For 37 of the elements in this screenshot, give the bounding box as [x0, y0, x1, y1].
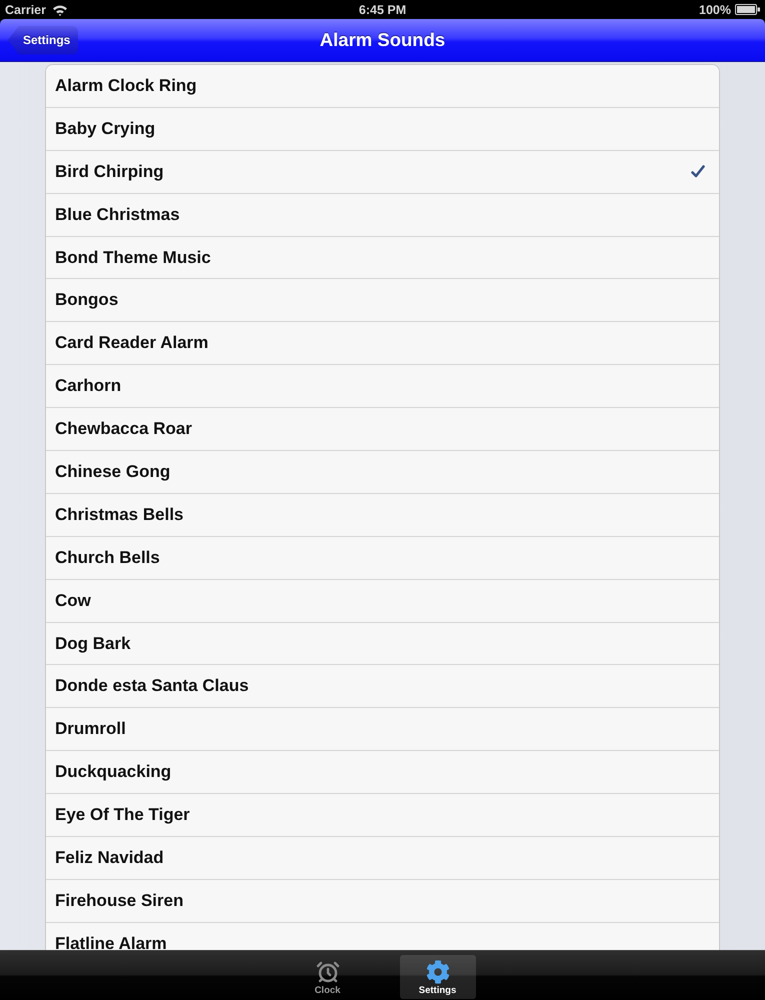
sound-name: Bond Theme Music [55, 248, 211, 266]
back-button[interactable]: Settings [8, 26, 78, 54]
sound-list-item[interactable]: Dog Bark [46, 622, 719, 666]
sound-name: Bongos [55, 291, 118, 310]
wifi-icon [52, 4, 68, 16]
sound-name: Chewbacca Roar [55, 420, 192, 438]
sound-name: Blue Christmas [55, 206, 180, 224]
sound-name: Card Reader Alarm [55, 334, 208, 352]
sound-name: Bird Chirping [55, 162, 164, 181]
sound-name: Eye Of The Tiger [55, 806, 190, 824]
status-time: 6:45 PM [358, 2, 406, 16]
sound-name: Dog Bark [55, 634, 131, 653]
page-title: Alarm Sounds [320, 29, 446, 51]
sound-name: Alarm Clock Ring [55, 76, 197, 95]
sound-name: Carhorn [55, 377, 122, 396]
tab-button[interactable]: Clock [290, 955, 366, 999]
battery-percent: 100% [699, 2, 731, 16]
sound-list-item[interactable]: Bond Theme Music [46, 236, 719, 280]
carrier-label: Carrier [5, 2, 46, 16]
sound-name: Church Bells [55, 548, 160, 567]
sound-name: Christmas Bells [55, 506, 184, 524]
sound-list-item[interactable]: Alarm Clock Ring [46, 65, 719, 108]
sound-name: Baby Crying [55, 120, 156, 138]
sound-name: Cow [55, 592, 91, 610]
tab-button[interactable]: Settings [400, 955, 476, 999]
sound-name: Feliz Navidad [55, 848, 164, 867]
alarm-clock-icon [316, 960, 340, 984]
battery-icon [735, 4, 760, 15]
sound-name: Flatline Alarm [55, 934, 167, 950]
sound-list-item[interactable]: Cow [46, 580, 719, 623]
sound-name: Firehouse Siren [55, 892, 184, 910]
gear-icon [426, 960, 450, 984]
sound-list-item[interactable]: Blue Christmas [46, 194, 719, 237]
sound-name: Drumroll [55, 720, 126, 738]
sound-name: Chinese Gong [55, 462, 170, 481]
sound-name: Donde esta Santa Claus [55, 677, 249, 696]
sound-name: Duckquacking [55, 763, 172, 782]
